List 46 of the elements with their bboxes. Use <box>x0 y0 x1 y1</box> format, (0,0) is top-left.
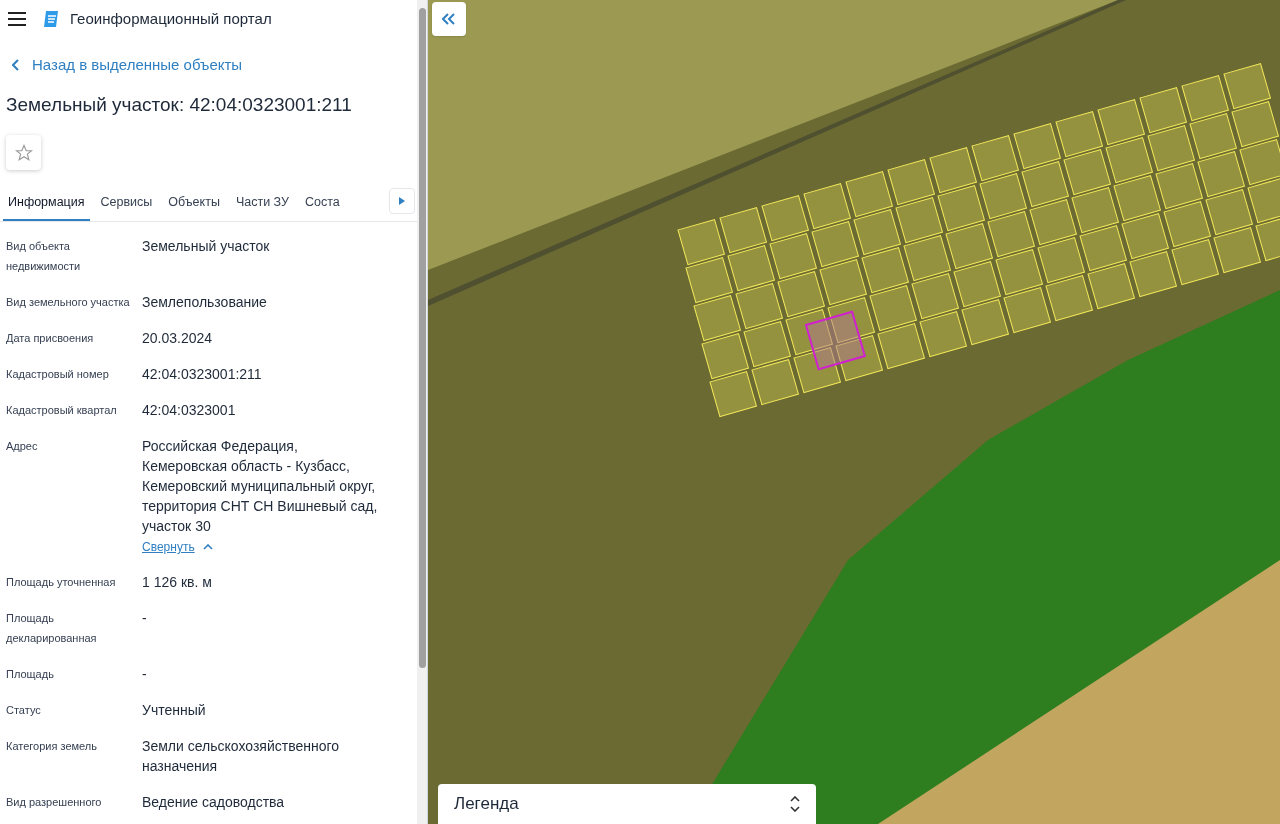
double-chevron-left-icon <box>442 13 456 25</box>
collapse-panel-button[interactable] <box>432 2 466 36</box>
tab[interactable]: Объекты <box>163 186 225 221</box>
tab[interactable]: Соста <box>300 186 345 221</box>
satellite-map-drawing[interactable] <box>428 0 1280 824</box>
collapse-link[interactable]: Свернуть <box>142 538 213 556</box>
field-value: Земли сельскохозяйственного назначения <box>142 737 340 776</box>
star-icon <box>14 143 33 162</box>
field-value: 42:04:0323001:211 <box>142 365 262 384</box>
back-link[interactable]: Назад в выделенные объекты <box>12 54 243 77</box>
field-value: 20.03.2024 <box>142 329 213 348</box>
field-label: Вид объекта недвижимости <box>6 239 82 274</box>
portal-title: Геоинформационный портал <box>70 8 272 29</box>
scrollbar-thumb[interactable] <box>418 8 426 668</box>
field-value: - <box>142 665 147 684</box>
field-label: Площадь уточненная <box>6 575 117 590</box>
field-value: - <box>142 609 147 628</box>
field-label: Кадастровый квартал <box>6 403 118 418</box>
field-label: Площадь декларированная <box>6 611 98 646</box>
field-value: 42:04:0323001 <box>142 401 236 420</box>
field-label: Вид разрешенного <box>6 795 103 810</box>
field-label: Площадь <box>6 667 55 682</box>
up-down-chevron-icon <box>790 796 800 812</box>
field-label: Вид земельного участка <box>6 295 131 310</box>
favorite-button[interactable] <box>6 135 41 170</box>
field-label: Адрес <box>6 439 39 454</box>
tab[interactable]: Части ЗУ <box>230 186 294 221</box>
object-title: Земельный участок: 42:04:0323001:211 <box>6 92 352 117</box>
field-label: Статус <box>6 703 42 718</box>
field-value: Российская Федерация, Кемеровская область - Кузбасс, Кемеровский муниципальный округ, территория СНТ СН Вишневый сад, участок 30 <box>142 437 378 536</box>
field-label: Категория земель <box>6 739 98 754</box>
field-label: Дата присвоения <box>6 331 95 346</box>
caret-right-icon <box>399 197 405 205</box>
chevron-left-icon <box>12 59 20 72</box>
menu-icon[interactable] <box>8 12 26 26</box>
tab[interactable]: Информация <box>3 186 90 221</box>
field-value: Ведение садоводства <box>142 793 285 812</box>
chevron-icon <box>202 544 213 550</box>
field-value: Учтенный <box>142 701 206 720</box>
field-value: Землепользование <box>142 293 267 312</box>
field-value: Земельный участок <box>142 237 270 256</box>
field-value: 1 126 кв. м <box>142 573 212 592</box>
legend-dropdown[interactable]: Легенда <box>438 784 816 824</box>
field-label: Кадастровый номер <box>6 367 110 382</box>
scroll-tabs-button[interactable] <box>389 188 415 214</box>
tab[interactable]: Сервисы <box>95 186 158 221</box>
